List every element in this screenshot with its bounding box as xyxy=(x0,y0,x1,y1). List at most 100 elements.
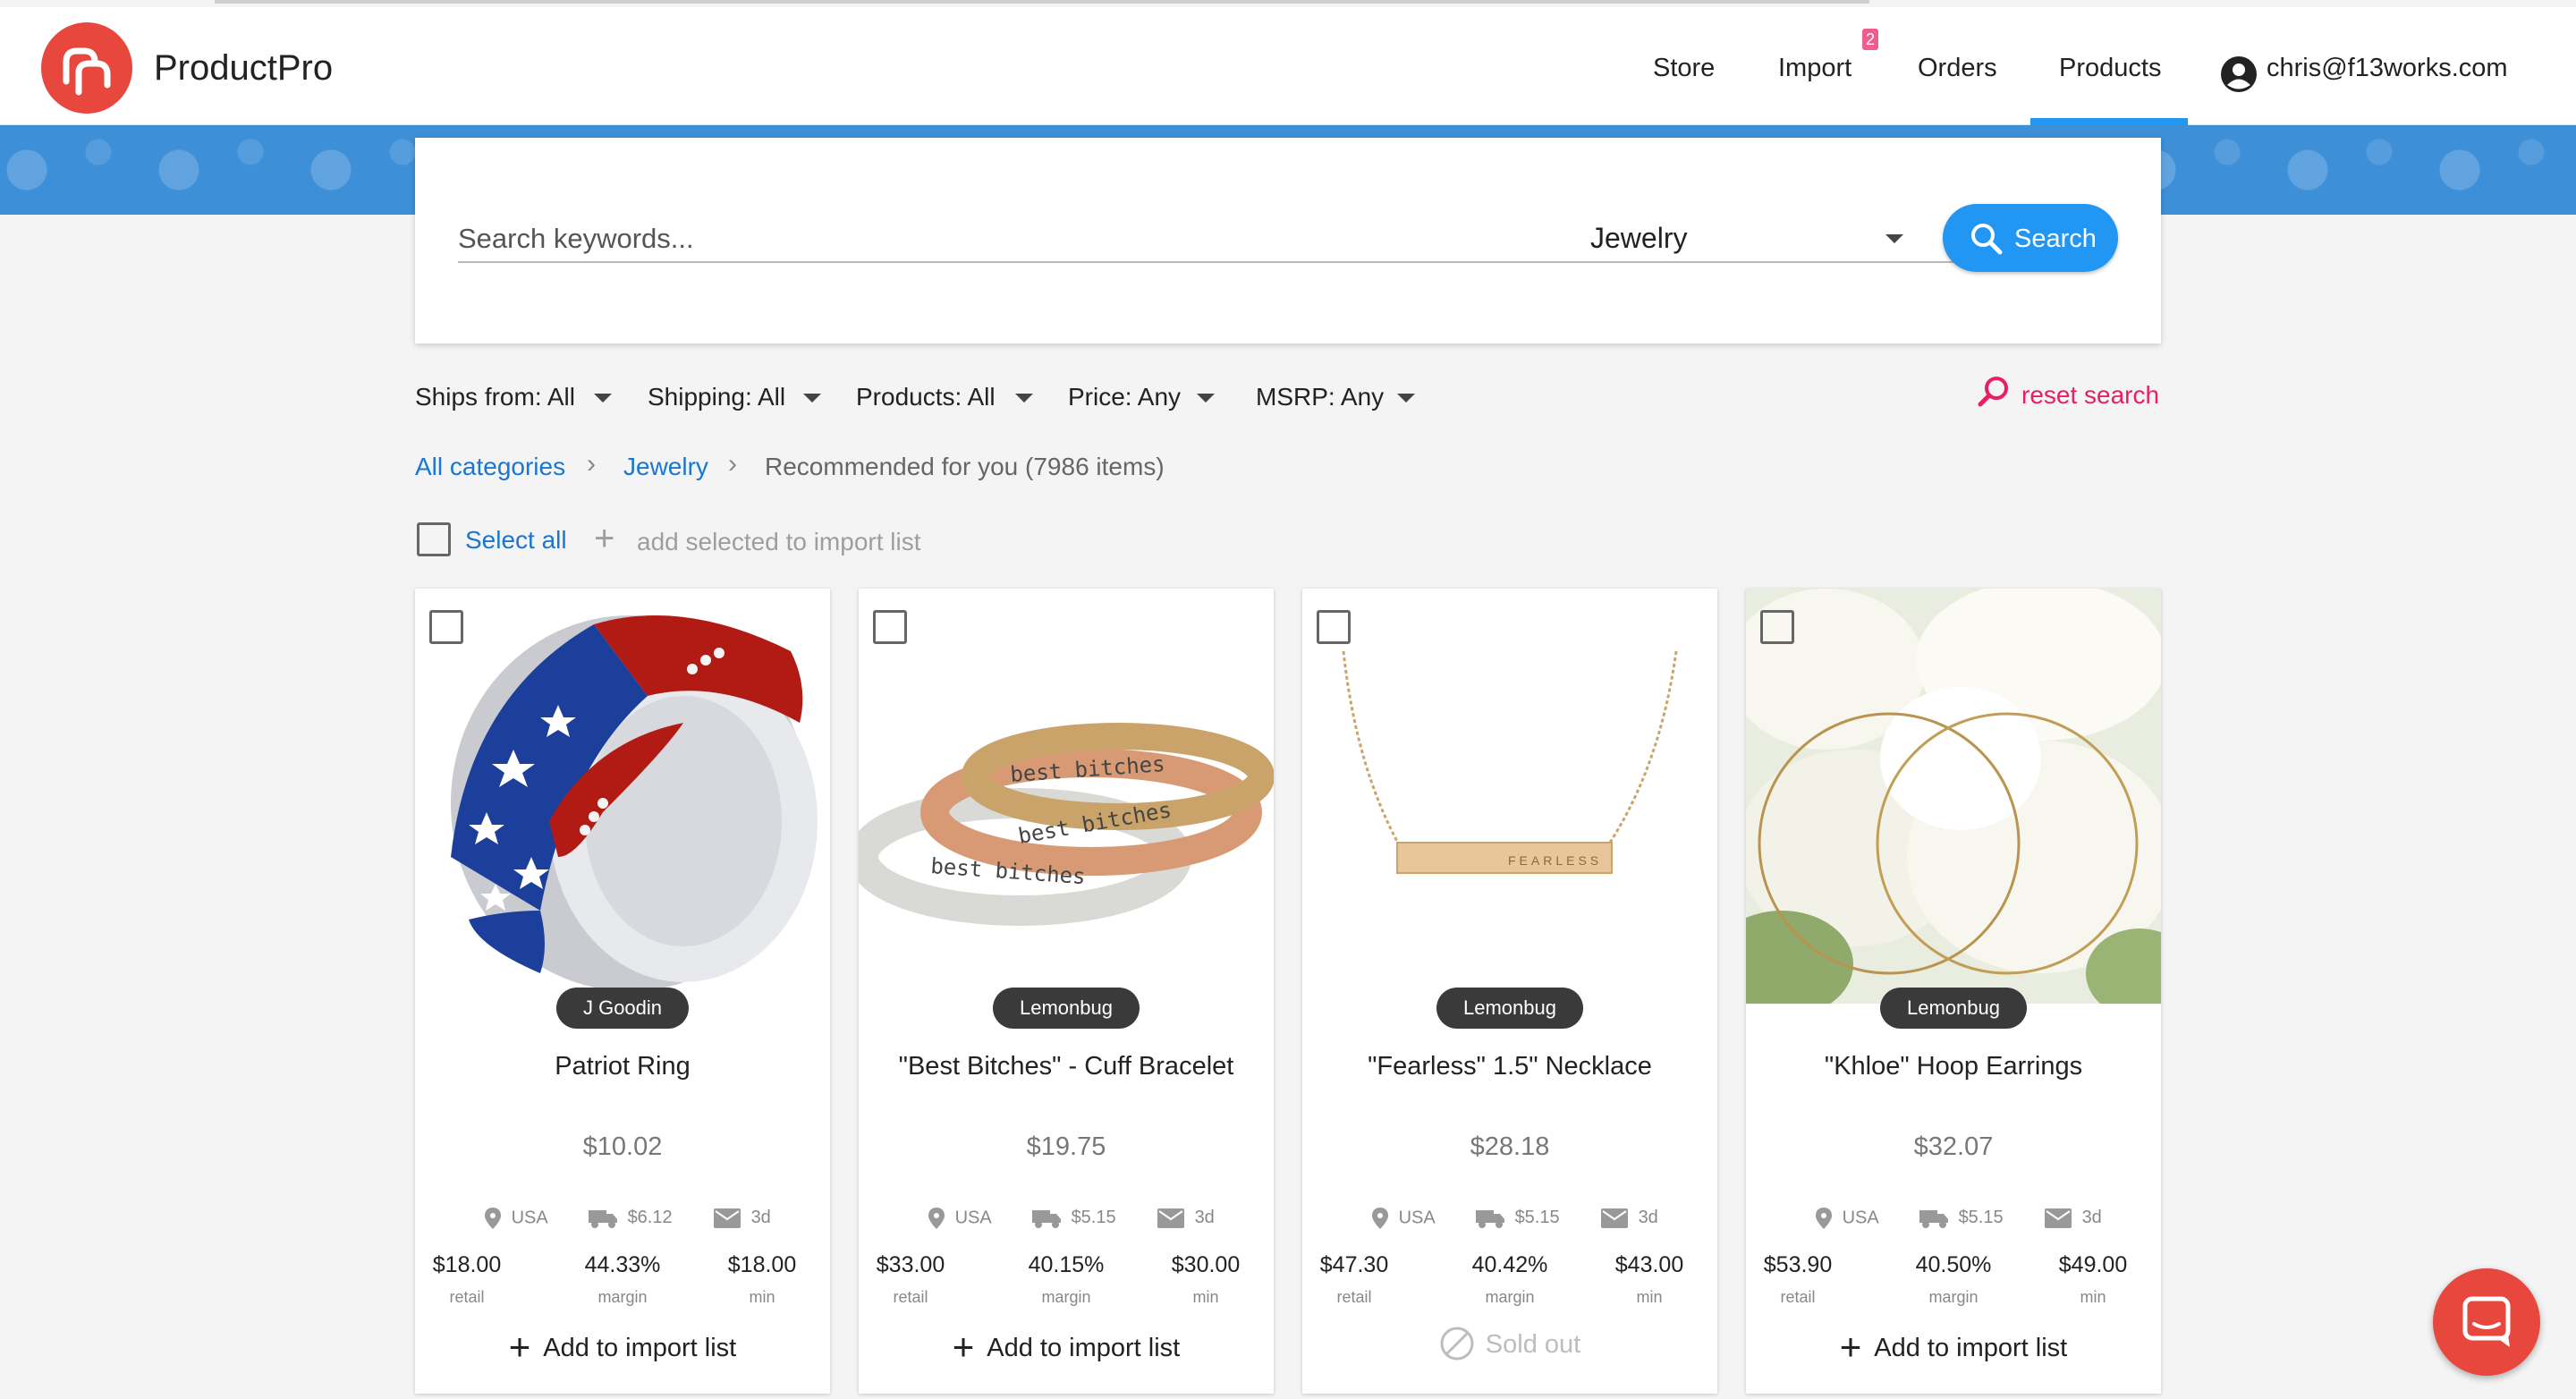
retail-label: retail xyxy=(1780,1288,1816,1306)
delivery-time-value: 3d xyxy=(2081,1208,2102,1227)
page-loading-bar xyxy=(215,0,1869,4)
sold-out-indicator: Sold out xyxy=(1302,1326,1717,1361)
filter-label: Ships from: All xyxy=(415,383,575,411)
nav-import[interactable]: Import xyxy=(1778,54,1852,83)
filter-msrp[interactable]: MSRP: Any xyxy=(1256,383,1415,411)
product-image-patriot-ring[interactable] xyxy=(415,589,830,1004)
plus-icon: + xyxy=(508,1326,531,1368)
retail-label: retail xyxy=(449,1288,485,1306)
import-count-badge: 2 xyxy=(1862,29,1878,50)
location-pin-icon xyxy=(1816,1208,1832,1229)
truck-icon xyxy=(589,1209,617,1228)
category-select[interactable]: Jewelry xyxy=(1590,216,1918,263)
ships-from-value: USA xyxy=(511,1208,548,1228)
filter-label: Shipping: All xyxy=(648,383,786,411)
add-to-import-label: Add to import list xyxy=(543,1334,737,1362)
retail-price: $53.90 xyxy=(1763,1252,1833,1277)
product-title[interactable]: Patriot Ring xyxy=(415,1052,830,1081)
category-select-value: Jewelry xyxy=(1590,222,1688,254)
shipping-cost: $5.15 xyxy=(1919,1208,2004,1228)
chevron-right-icon: › xyxy=(728,449,737,479)
product-title[interactable]: "Khloe" Hoop Earrings xyxy=(1746,1052,2161,1081)
reset-search-button[interactable]: reset search xyxy=(1977,374,2159,416)
product-image-cuff-bracelets[interactable]: best bitches best bitches best bitches xyxy=(859,589,1274,1004)
product-select-checkbox[interactable] xyxy=(429,610,463,644)
shipping-cost-value: $5.15 xyxy=(1958,1208,2004,1227)
product-price: $10.02 xyxy=(582,1132,663,1161)
shipping-cost: $6.12 xyxy=(589,1208,673,1228)
mail-icon xyxy=(2045,1208,2072,1228)
margin-label: margin xyxy=(1928,1288,1979,1306)
delivery-time: 3d xyxy=(2045,1208,2102,1228)
account-email[interactable]: chris@f13works.com xyxy=(2267,54,2508,83)
filter-label: Products: All xyxy=(856,383,996,411)
nav-store[interactable]: Store xyxy=(1653,54,1715,83)
margin-label: margin xyxy=(1485,1288,1535,1306)
breadcrumb-jewelry[interactable]: Jewelry xyxy=(623,453,708,481)
product-select-checkbox[interactable] xyxy=(1317,610,1351,644)
add-to-import-button[interactable]: + Add to import list xyxy=(859,1326,1274,1369)
app-header: ProductPro Store Import 2 Orders Product… xyxy=(0,7,2576,125)
vendor-badge: J Goodin xyxy=(555,988,690,1029)
breadcrumb-current: Recommended for you (7986 items) xyxy=(765,453,1165,480)
min-label: min xyxy=(749,1288,775,1306)
ships-from-value: USA xyxy=(1842,1208,1879,1228)
product-card[interactable]: J Goodin Patriot Ring $10.02 USA $6.12 3… xyxy=(415,589,830,1394)
ships-from: USA xyxy=(1816,1208,1879,1229)
delivery-time-value: 3d xyxy=(750,1208,771,1227)
filter-label: Price: Any xyxy=(1068,383,1182,411)
plus-icon: + xyxy=(952,1326,975,1368)
filter-products[interactable]: Products: All xyxy=(856,383,1033,411)
search-icon xyxy=(1971,224,2003,255)
product-price: $32.07 xyxy=(1913,1132,1994,1161)
retail-label: retail xyxy=(1336,1288,1372,1306)
chat-launcher-button[interactable] xyxy=(2433,1268,2540,1376)
nav-products[interactable]: Products xyxy=(2059,54,2161,83)
search-panel: Jewelry Search xyxy=(415,138,2161,343)
product-image-bar-necklace[interactable]: FEARLESS xyxy=(1302,589,1717,1004)
location-pin-icon xyxy=(928,1208,945,1229)
product-image-hoop-earrings[interactable] xyxy=(1746,589,2161,1004)
add-to-import-button[interactable]: + Add to import list xyxy=(1746,1326,2161,1369)
add-to-import-button[interactable]: + Add to import list xyxy=(415,1326,830,1369)
ships-from: USA xyxy=(928,1208,992,1229)
plus-icon: + xyxy=(1839,1326,1862,1368)
margin-value: 44.33% xyxy=(584,1252,661,1277)
vendor-badge: Lemonbug xyxy=(1436,988,1583,1029)
shipping-cost-value: $5.15 xyxy=(1071,1208,1116,1227)
truck-icon xyxy=(1919,1209,1948,1228)
product-card[interactable]: best bitches best bitches best bitches L… xyxy=(859,589,1274,1394)
select-all-checkbox[interactable] xyxy=(417,522,451,556)
breadcrumb-all-categories[interactable]: All categories xyxy=(415,453,565,481)
add-to-import-label: Add to import list xyxy=(1874,1334,2068,1362)
select-all-label[interactable]: Select all xyxy=(465,526,567,555)
mail-icon xyxy=(1601,1208,1628,1228)
min-price: $18.00 xyxy=(727,1252,797,1277)
app-brand-name: ProductPro xyxy=(154,48,334,88)
chevron-down-icon xyxy=(1885,234,1903,243)
product-card[interactable]: Lemonbug "Khloe" Hoop Earrings $32.07 US… xyxy=(1746,589,2161,1394)
product-select-checkbox[interactable] xyxy=(1760,610,1794,644)
nav-orders[interactable]: Orders xyxy=(1918,54,1997,83)
add-selected-label: add selected to import list xyxy=(637,528,921,555)
min-label: min xyxy=(1192,1288,1219,1306)
nav-active-indicator xyxy=(2030,118,2188,125)
product-select-checkbox[interactable] xyxy=(873,610,907,644)
retail-price: $18.00 xyxy=(432,1252,502,1277)
product-title[interactable]: "Fearless" 1.5" Necklace xyxy=(1302,1052,1717,1081)
chat-icon xyxy=(2462,1296,2511,1347)
filter-price[interactable]: Price: Any xyxy=(1068,383,1215,411)
retail-price: $47.30 xyxy=(1319,1252,1389,1277)
account-circle-icon[interactable] xyxy=(2220,55,2258,93)
product-card[interactable]: FEARLESS Lemonbug "Fearless" 1.5" Neckla… xyxy=(1302,589,1717,1394)
product-title[interactable]: "Best Bitches" - Cuff Bracelet xyxy=(859,1052,1274,1081)
filter-shipping[interactable]: Shipping: All xyxy=(648,383,821,411)
search-button[interactable]: Search xyxy=(1943,204,2118,272)
product-price: $19.75 xyxy=(1026,1132,1106,1161)
min-price: $49.00 xyxy=(2058,1252,2128,1277)
shipping-cost: $5.15 xyxy=(1032,1208,1116,1228)
productpro-logo[interactable] xyxy=(41,22,132,114)
filter-ships-from[interactable]: Ships from: All xyxy=(415,383,612,411)
plus-icon: + xyxy=(594,519,615,558)
margin-value: 40.42% xyxy=(1471,1252,1548,1277)
